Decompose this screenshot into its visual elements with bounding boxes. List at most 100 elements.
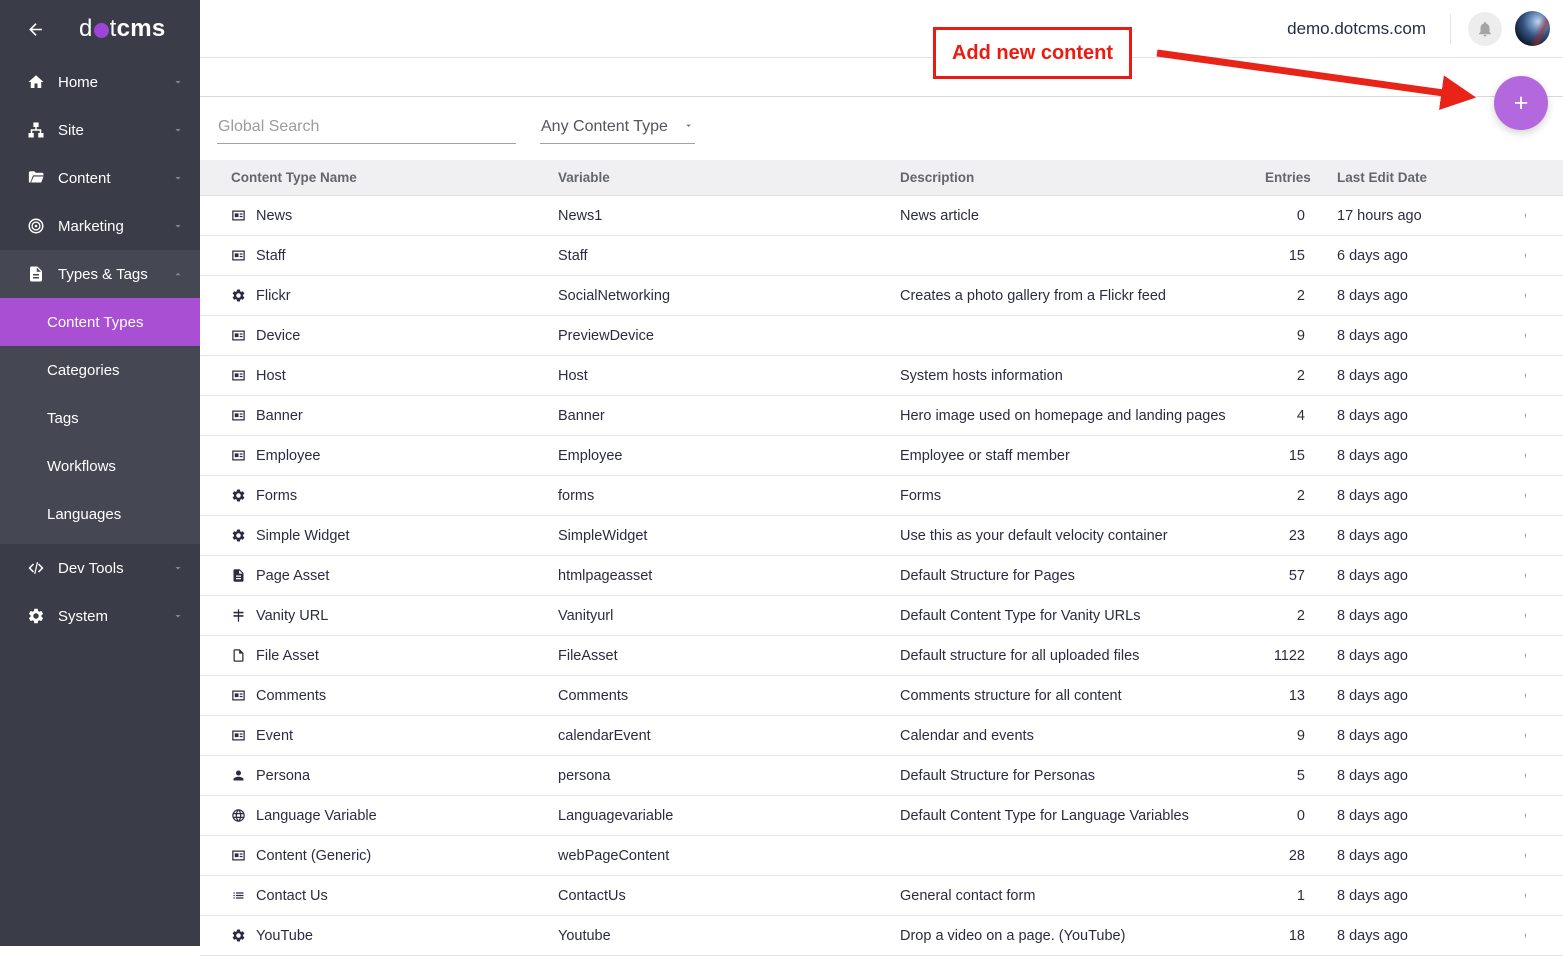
row-actions-menu-button[interactable] <box>1515 763 1536 788</box>
sidebar-item-content-types[interactable]: Content Types <box>0 298 200 346</box>
sidebar-item-types-tags[interactable]: Types & Tags <box>0 250 200 298</box>
content-type-name: Forms <box>256 488 297 504</box>
row-actions-menu-button[interactable] <box>1515 603 1536 628</box>
table-row-persona[interactable]: PersonapersonaDefault Structure for Pers… <box>200 756 1563 796</box>
sidebar-item-marketing[interactable]: Marketing <box>0 202 200 250</box>
table-row-event[interactable]: EventcalendarEventCalendar and events98 … <box>200 716 1563 756</box>
row-actions-menu-button[interactable] <box>1515 803 1536 828</box>
row-actions-menu-button[interactable] <box>1515 283 1536 308</box>
kebab-icon <box>1523 647 1528 664</box>
newspaper-icon <box>231 848 247 864</box>
column-header-description[interactable]: Description <box>900 170 1265 185</box>
content-type-name: Content (Generic) <box>256 848 371 864</box>
row-actions-menu-button[interactable] <box>1515 243 1536 268</box>
content-type-name: Staff <box>256 248 286 264</box>
content-type-description: Hero image used on homepage and landing … <box>900 408 1265 424</box>
table-row-simple-widget[interactable]: Simple WidgetSimpleWidgetUse this as you… <box>200 516 1563 556</box>
kebab-icon <box>1523 927 1528 944</box>
column-header-last-edit-date[interactable]: Last Edit Date <box>1305 170 1487 185</box>
table-row-file-asset[interactable]: File AssetFileAssetDefault structure for… <box>200 636 1563 676</box>
signpost-icon <box>231 608 247 624</box>
content-type-entries: 28 <box>1265 848 1305 864</box>
sidebar-item-languages[interactable]: Languages <box>0 490 200 538</box>
user-avatar[interactable] <box>1515 11 1550 46</box>
table-row-language-variable[interactable]: Language VariableLanguagevariableDefault… <box>200 796 1563 836</box>
content-type-last-edit: 8 days ago <box>1305 928 1487 944</box>
sidebar-item-home[interactable]: Home <box>0 58 200 106</box>
row-actions-menu-button[interactable] <box>1515 203 1536 228</box>
row-actions-menu-button[interactable] <box>1515 483 1536 508</box>
dotcms-logo: dtcms <box>79 15 166 43</box>
content-type-last-edit: 8 days ago <box>1305 328 1487 344</box>
content-type-entries: 9 <box>1265 328 1305 344</box>
row-actions-menu-button[interactable] <box>1515 883 1536 908</box>
content-type-name: Comments <box>256 688 326 704</box>
column-header-content-type-name[interactable]: Content Type Name <box>200 170 558 185</box>
target-icon <box>26 217 45 236</box>
content-type-variable: webPageContent <box>558 848 900 864</box>
table-row-banner[interactable]: BannerBannerHero image used on homepage … <box>200 396 1563 436</box>
table-row-forms[interactable]: FormsformsForms28 days ago <box>200 476 1563 516</box>
sidebar-item-label: Home <box>58 74 98 91</box>
table-row-host[interactable]: HostHostSystem hosts information28 days … <box>200 356 1563 396</box>
annotation-label: Add new content <box>952 42 1113 65</box>
row-actions-menu-button[interactable] <box>1515 363 1536 388</box>
sidebar-item-system[interactable]: System <box>0 592 200 640</box>
sitemap-icon <box>26 121 45 140</box>
table-row-device[interactable]: DevicePreviewDevice98 days ago <box>200 316 1563 356</box>
table-row-news[interactable]: NewsNews1News article017 hours ago <box>200 196 1563 236</box>
sidebar-item-workflows[interactable]: Workflows <box>0 442 200 490</box>
table-row-page-asset[interactable]: Page AssethtmlpageassetDefault Structure… <box>200 556 1563 596</box>
notifications-button[interactable] <box>1468 12 1502 46</box>
row-actions-menu-button[interactable] <box>1515 323 1536 348</box>
row-actions-menu-button[interactable] <box>1515 523 1536 548</box>
table-row-flickr[interactable]: FlickrSocialNetworkingCreates a photo ga… <box>200 276 1563 316</box>
column-header-variable[interactable]: Variable <box>558 170 900 185</box>
table-row-vanity-url[interactable]: Vanity URLVanityurlDefault Content Type … <box>200 596 1563 636</box>
table-row-contact-us[interactable]: Contact UsContactUsGeneral contact form1… <box>200 876 1563 916</box>
add-content-button[interactable]: + <box>1494 76 1548 130</box>
content-type-last-edit: 8 days ago <box>1305 648 1487 664</box>
kebab-icon <box>1523 687 1528 704</box>
content-type-last-edit: 8 days ago <box>1305 888 1487 904</box>
table-row-content-generic[interactable]: Content (Generic) webPageContent 288 days … <box>200 836 1563 876</box>
row-actions-menu-button[interactable] <box>1515 683 1536 708</box>
row-actions-menu-button[interactable] <box>1515 723 1536 748</box>
sidebar-item-site[interactable]: Site <box>0 106 200 154</box>
sidebar-item-content[interactable]: Content <box>0 154 200 202</box>
column-header-entries[interactable]: Entries <box>1265 170 1305 185</box>
row-actions-menu-button[interactable] <box>1515 843 1536 868</box>
table-row-comments[interactable]: CommentsCommentsComments structure for a… <box>200 676 1563 716</box>
sidebar-item-tags[interactable]: Tags <box>0 394 200 442</box>
table-row-staff[interactable]: StaffStaff156 days ago <box>200 236 1563 276</box>
sidebar: dtcms Home SiteContent Marketing Types & Ta… <box>0 0 200 946</box>
sidebar-item-label: Marketing <box>58 218 124 235</box>
row-actions-menu-button[interactable] <box>1515 563 1536 588</box>
row-actions-menu-button[interactable] <box>1515 923 1536 948</box>
file-lines-icon <box>231 568 247 584</box>
content-type-description: Comments structure for all content <box>900 688 1265 704</box>
content-type-last-edit: 8 days ago <box>1305 728 1487 744</box>
chevron-down-icon <box>172 220 184 232</box>
row-actions-menu-button[interactable] <box>1515 443 1536 468</box>
sidebar-item-categories[interactable]: Categories <box>0 346 200 394</box>
content-type-filter-dropdown[interactable]: Any Content Type <box>540 111 695 144</box>
content-type-description: News article <box>900 208 1265 224</box>
table-row-youtube[interactable]: YouTubeYoutubeDrop a video on a page. (Y… <box>200 916 1563 956</box>
row-actions-menu-button[interactable] <box>1515 403 1536 428</box>
person-icon <box>231 768 247 784</box>
content-type-last-edit: 8 days ago <box>1305 848 1487 864</box>
content-type-last-edit: 8 days ago <box>1305 288 1487 304</box>
kebab-icon <box>1523 527 1528 544</box>
content-type-last-edit: 8 days ago <box>1305 608 1487 624</box>
content-type-description: Default structure for all uploaded files <box>900 648 1265 664</box>
content-type-description: General contact form <box>900 888 1265 904</box>
sidebar-item-dev-tools[interactable]: Dev Tools <box>0 544 200 592</box>
back-button[interactable] <box>26 20 45 39</box>
content-type-name: Vanity URL <box>256 608 328 624</box>
table-row-employee[interactable]: EmployeeEmployeeEmployee or staff member… <box>200 436 1563 476</box>
content-type-description: Default Content Type for Vanity URLs <box>900 608 1265 624</box>
global-search-input[interactable] <box>217 111 516 144</box>
content-type-variable: Youtube <box>558 928 900 944</box>
row-actions-menu-button[interactable] <box>1515 643 1536 668</box>
